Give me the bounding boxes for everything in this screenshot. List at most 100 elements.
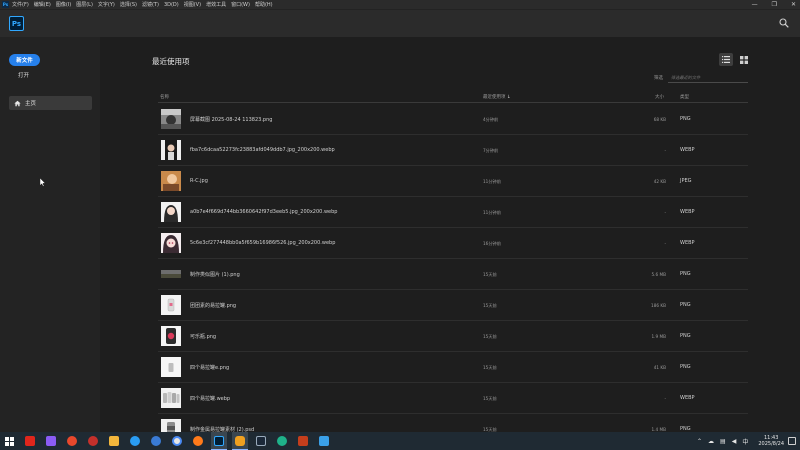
table-row[interactable]: fba7c6dcaa52273fc23883afd049ddb7.jpg_200…	[158, 135, 748, 166]
tray-network-icon[interactable]: ▤	[720, 438, 726, 445]
menu-filter[interactable]: 滤镜(T)	[142, 1, 159, 8]
clock-date: 2025/8/24	[758, 441, 784, 447]
menu-plugins[interactable]: 增效工具	[206, 1, 226, 8]
file-size: -	[664, 396, 666, 401]
taskbar-netease-icon[interactable]	[85, 432, 101, 450]
table-row[interactable]: R-C.jpg 11分钟前 42 KB JPEG	[158, 166, 748, 197]
notification-icon[interactable]	[788, 437, 796, 445]
menu-edit[interactable]: 编辑(E)	[34, 1, 51, 8]
grid-view-button[interactable]	[737, 53, 751, 66]
list-view-button[interactable]	[719, 53, 733, 66]
list-view-icon	[722, 56, 730, 63]
column-recent-label: 最近使用项	[483, 95, 506, 100]
menu-view[interactable]: 视图(V)	[184, 1, 201, 8]
taskbar-files-icon[interactable]	[106, 432, 122, 450]
menu-3d[interactable]: 3D(D)	[164, 2, 179, 8]
file-size: -	[664, 148, 666, 153]
menu-type[interactable]: 文字(Y)	[98, 1, 115, 8]
taskbar-ppt-icon[interactable]	[295, 432, 311, 450]
new-file-button[interactable]: 新文件	[9, 54, 40, 66]
file-name: a0b7e4f669d744bb3660642f97d3eeb5.jpg_200…	[190, 209, 338, 215]
open-button[interactable]: 打开	[18, 71, 29, 79]
file-time: 15天前	[483, 272, 497, 277]
maximize-button[interactable]: ❐	[772, 1, 777, 8]
column-size[interactable]: 大小	[655, 94, 664, 100]
column-type[interactable]: 类型	[680, 94, 689, 100]
file-name: R-C.jpg	[190, 178, 208, 184]
table-row[interactable]: 5c6e3cf277448bb0a5f659b16986f526.jpg_200…	[158, 228, 748, 259]
system-tray: ⌃ ☁ ▤ ◀ 中 11:43 2025/8/24	[697, 432, 800, 450]
table-row[interactable]: 四个易拉罐.webp 15天前 - WEBP	[158, 383, 748, 414]
file-thumbnail	[161, 233, 181, 253]
file-thumbnail	[161, 357, 181, 377]
taskbar-paint-icon[interactable]	[316, 432, 332, 450]
column-recent[interactable]: 最近使用项 ↓	[483, 94, 511, 100]
taskbar: ⌃ ☁ ▤ ◀ 中 11:43 2025/8/24	[0, 432, 800, 450]
taskbar-edge2-icon[interactable]	[274, 432, 290, 450]
file-thumbnail	[161, 264, 181, 284]
tray-chevron-up-icon[interactable]: ⌃	[697, 438, 702, 445]
table-row[interactable]: 可乐瓶.png 15天前 1.9 MB PNG	[158, 321, 748, 352]
sidebar-item-label: 主页	[25, 101, 37, 107]
search-icon[interactable]	[779, 18, 789, 28]
file-thumbnail	[161, 202, 181, 222]
file-type: WEBP	[680, 240, 695, 246]
table-row[interactable]: 制作类似图片 (1).png 15天前 5.6 MB PNG	[158, 259, 748, 290]
sort-arrow-icon: ↓	[506, 95, 511, 100]
file-name: 屏幕截图 2025-08-24 113823.png	[190, 117, 273, 123]
file-size: 41 KB	[653, 365, 666, 370]
filter-input[interactable]	[668, 73, 748, 83]
taskbar-kdesk-icon[interactable]	[148, 432, 164, 450]
file-name: 四个易拉罐.webp	[190, 396, 231, 402]
sidebar: 新文件 打开 主页	[0, 37, 100, 432]
table-row[interactable]: 四个易拉罐e.png 15天前 41 KB PNG	[158, 352, 748, 383]
tray-volume-icon[interactable]: ◀	[732, 438, 737, 445]
file-time: 16分钟前	[483, 241, 501, 246]
file-size: -	[664, 210, 666, 215]
table-header: 名称 最近使用项 ↓ 大小 类型	[158, 91, 748, 103]
file-type: WEBP	[680, 209, 695, 215]
column-name[interactable]: 名称	[160, 94, 169, 100]
file-thumbnail	[161, 171, 181, 191]
taskbar-acrobat-icon[interactable]	[22, 432, 38, 450]
windows-icon	[4, 436, 14, 446]
file-type: PNG	[680, 302, 691, 308]
ps-mini-logo: Ps	[2, 1, 9, 8]
close-button[interactable]: ✕	[791, 1, 796, 8]
file-name: 可乐瓶.png	[190, 334, 217, 340]
file-type: PNG	[680, 364, 691, 370]
menubar: Ps 文件(F) 编辑(E) 图像(I) 图层(L) 文字(Y) 选择(S) 滤…	[0, 0, 800, 9]
taskbar-gif-icon[interactable]	[232, 432, 248, 450]
file-type: WEBP	[680, 147, 695, 153]
menu-window[interactable]: 窗口(W)	[231, 1, 250, 8]
taskbar-photoshop-icon[interactable]	[211, 432, 227, 450]
tray-cloud-icon[interactable]: ☁	[708, 438, 714, 445]
start-button[interactable]	[0, 432, 18, 450]
table-row[interactable]: 屏幕截图 2025-08-24 113823.png 4分钟前 68 KB PN…	[158, 104, 748, 135]
taskbar-steam-icon[interactable]	[253, 432, 269, 450]
photoshop-logo[interactable]: Ps	[9, 16, 24, 31]
sidebar-item-home[interactable]: 主页	[9, 96, 92, 110]
taskbar-wps-icon[interactable]	[64, 432, 80, 450]
menu-layer[interactable]: 图层(L)	[76, 1, 93, 8]
file-time: 15天前	[483, 334, 497, 339]
menu-file[interactable]: 文件(F)	[12, 1, 29, 8]
tray-ime-label[interactable]: 中	[742, 437, 748, 446]
taskbar-firefox-icon[interactable]	[190, 432, 206, 450]
table-row[interactable]: a0b7e4f669d744bb3660642f97d3eeb5.jpg_200…	[158, 197, 748, 228]
minimize-button[interactable]: —	[752, 1, 758, 8]
taskbar-obsidian-icon[interactable]	[43, 432, 59, 450]
file-type: PNG	[680, 116, 691, 122]
table-row[interactable]: 团团素的易拉罐.png 15天前 186 KB PNG	[158, 290, 748, 321]
file-thumbnail	[161, 388, 181, 408]
taskbar-chrome-icon[interactable]	[169, 432, 185, 450]
taskbar-edge-icon[interactable]	[127, 432, 143, 450]
file-size: 1.9 MB	[651, 334, 666, 339]
menu-select[interactable]: 选择(S)	[120, 1, 137, 8]
menu-image[interactable]: 图像(I)	[56, 1, 71, 8]
menu-help[interactable]: 帮助(H)	[255, 1, 273, 8]
file-thumbnail	[161, 295, 181, 315]
clock[interactable]: 11:43 2025/8/24	[758, 435, 784, 447]
file-thumbnail	[161, 326, 181, 346]
filter-label: 筛选	[654, 76, 663, 81]
